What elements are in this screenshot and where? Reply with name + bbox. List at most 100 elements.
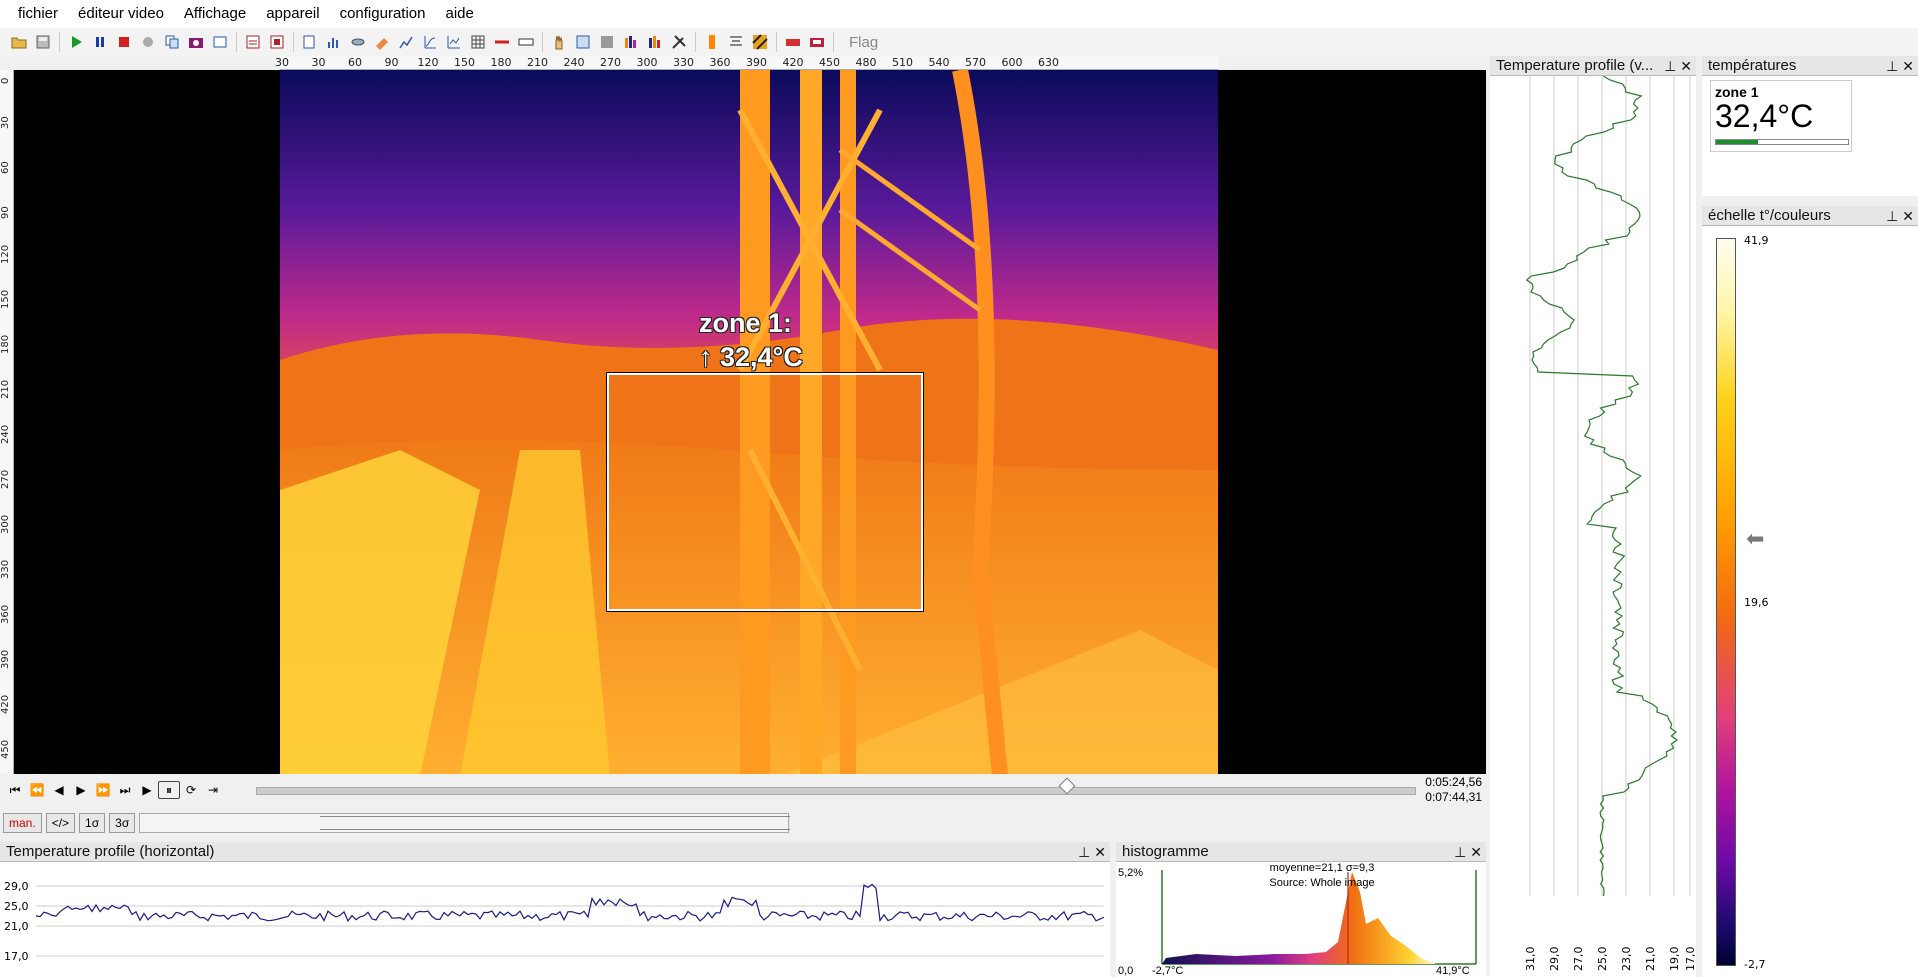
- ruler-icon[interactable]: [515, 31, 537, 53]
- hprofile-ytick: 25,0: [4, 900, 29, 913]
- export-icon[interactable]: [299, 31, 321, 53]
- panel-pin-close-icon[interactable]: ⊥ ✕: [1664, 56, 1692, 76]
- image-icon[interactable]: [596, 31, 618, 53]
- ruler-top-tick: 630: [1038, 56, 1059, 69]
- temperatures-title-text: températures: [1708, 57, 1797, 74]
- rewind-icon[interactable]: ⏪: [26, 779, 48, 801]
- vertical-profile-panel: Temperature profile (v... ⊥ ✕ 31,0 29,0 27…: [1490, 56, 1696, 977]
- ruler-top-tick: 570: [965, 56, 986, 69]
- palette-icon[interactable]: [620, 31, 642, 53]
- horizontal-profile-title-text: Temperature profile (horizontal): [6, 843, 215, 860]
- flag-button[interactable]: Flag: [845, 34, 882, 51]
- panel-pin-close-icon[interactable]: ⊥ ✕: [1886, 56, 1914, 76]
- grid-icon[interactable]: [467, 31, 489, 53]
- color-scale-max: 41,9: [1744, 234, 1769, 247]
- ruler-left: 0 30 60 90 120 150 180 210 240 270 300 330 360 390 420…: [0, 70, 14, 776]
- camera-icon[interactable]: [185, 31, 207, 53]
- thermal-image[interactable]: zone 1: ↑ 32,4°C: [14, 70, 1486, 776]
- stop-icon[interactable]: [113, 31, 135, 53]
- line-chart-icon[interactable]: [395, 31, 417, 53]
- red-line-icon[interactable]: [491, 31, 513, 53]
- color-scale-min: -2,7: [1744, 958, 1766, 971]
- histogram-source: Source: Whole image: [1269, 877, 1374, 889]
- zone-1-rectangle[interactable]: [606, 372, 924, 612]
- ruler-top-tick: 60: [348, 56, 362, 69]
- paint-icon[interactable]: [371, 31, 393, 53]
- ruler-top-tick: 510: [892, 56, 913, 69]
- zone-1-label-value: ↑ 32,4°C: [699, 342, 803, 372]
- toolbar: Flag: [0, 28, 1918, 56]
- ruler-left-tick: 150: [0, 289, 11, 309]
- zone-1-bar-fill: [1716, 140, 1759, 144]
- color-bar-icon[interactable]: [701, 31, 723, 53]
- vprofile-xtick: 21,0: [1644, 947, 1657, 972]
- menu-affichage[interactable]: Affichage: [174, 0, 256, 28]
- histogram-icon[interactable]: [323, 31, 345, 53]
- menu-aide[interactable]: aide: [435, 0, 483, 28]
- timeline-slider[interactable]: [256, 777, 1416, 799]
- step-forward-icon[interactable]: ▶: [70, 779, 92, 801]
- menu-fichier[interactable]: fichier: [8, 0, 68, 28]
- red-tool2-icon[interactable]: [806, 31, 828, 53]
- panel-pin-close-icon[interactable]: ⊥ ✕: [1078, 842, 1106, 862]
- ruler-top-tick: 270: [600, 56, 621, 69]
- report-icon[interactable]: [242, 31, 264, 53]
- one-sigma-button[interactable]: 1σ: [79, 813, 106, 833]
- play-icon[interactable]: [65, 31, 87, 53]
- color-scale-panel: échelle t°/couleurs ⊥ ✕ 41,9 19,6 -2,7 ⬅: [1702, 206, 1918, 977]
- last-frame-icon[interactable]: ⏭: [114, 779, 136, 801]
- range-slider[interactable]: [139, 813, 791, 833]
- vprofile-xtick: 25,0: [1596, 947, 1609, 972]
- hand-icon[interactable]: [548, 31, 570, 53]
- step-back-icon[interactable]: ◀: [48, 779, 70, 801]
- tools-icon[interactable]: [668, 31, 690, 53]
- red-tool-icon[interactable]: [782, 31, 804, 53]
- vprofile-xtick: 23,0: [1620, 947, 1633, 972]
- fast-forward-icon[interactable]: ⏩: [92, 779, 114, 801]
- zone-1-card[interactable]: zone 1 32,4°C: [1710, 80, 1852, 152]
- color-scale-gradient[interactable]: [1716, 238, 1736, 966]
- hprofile-ytick: 17,0: [4, 950, 29, 963]
- three-sigma-button[interactable]: 3σ: [109, 813, 136, 833]
- curve-icon[interactable]: [419, 31, 441, 53]
- horizontal-profile-line: [35, 883, 1105, 923]
- zone-1-label: zone 1: ↑ 32,4°C: [699, 306, 803, 374]
- copy-icon[interactable]: [161, 31, 183, 53]
- manual-mode-button[interactable]: man.: [3, 813, 42, 833]
- horizontal-profile-chart: 29,0 25,0 21,0 17,0: [4, 880, 1105, 963]
- color-scale-title-text: échelle t°/couleurs: [1708, 207, 1831, 224]
- report2-icon[interactable]: [266, 31, 288, 53]
- loop-icon[interactable]: ⟳: [180, 779, 202, 801]
- vprofile-xtick: 17,0: [1684, 947, 1696, 972]
- color-scale-title: échelle t°/couleurs ⊥ ✕: [1702, 206, 1918, 226]
- first-frame-icon[interactable]: ⏮: [4, 779, 26, 801]
- menu-appareil[interactable]: appareil: [256, 0, 329, 28]
- range-slider-selection[interactable]: [320, 816, 791, 830]
- ruler-top-tick: 240: [563, 56, 585, 69]
- panel-pin-close-icon[interactable]: ⊥ ✕: [1454, 842, 1482, 862]
- pause-button[interactable]: ⏸: [158, 781, 180, 799]
- menu-bar: fichier éditeur video Affichage appareil…: [0, 0, 1918, 28]
- hatch-icon[interactable]: [749, 31, 771, 53]
- pause-icon[interactable]: [89, 31, 111, 53]
- range-mode-button[interactable]: </>: [45, 813, 76, 833]
- record-icon[interactable]: [137, 31, 159, 53]
- play-icon[interactable]: ▶: [136, 779, 158, 801]
- menu-editeur-video[interactable]: éditeur video: [68, 0, 174, 28]
- multi-curve-icon[interactable]: [443, 31, 465, 53]
- window-icon[interactable]: [209, 31, 231, 53]
- menu-configuration[interactable]: configuration: [330, 0, 436, 28]
- color-scale-pointer-icon[interactable]: ⬅: [1746, 526, 1764, 552]
- ruler-left-tick: 240: [0, 424, 11, 444]
- ruler-top-tick: 360: [709, 56, 731, 69]
- open-folder-icon[interactable]: [8, 31, 30, 53]
- ruler-left-tick: 90: [0, 206, 11, 219]
- transport-bar: ⏮ ⏪ ◀ ▶ ⏩ ⏭ ▶ ⏸ ⟳ ⇥ 0:05:24,56 0:07:44,3…: [0, 774, 1486, 806]
- layers-icon[interactable]: [347, 31, 369, 53]
- panel-pin-close-icon[interactable]: ⊥ ✕: [1886, 206, 1914, 226]
- range-icon[interactable]: ⇥: [202, 779, 224, 801]
- palette2-icon[interactable]: [644, 31, 666, 53]
- fit-icon[interactable]: [572, 31, 594, 53]
- align-icon[interactable]: [725, 31, 747, 53]
- save-icon[interactable]: [32, 31, 54, 53]
